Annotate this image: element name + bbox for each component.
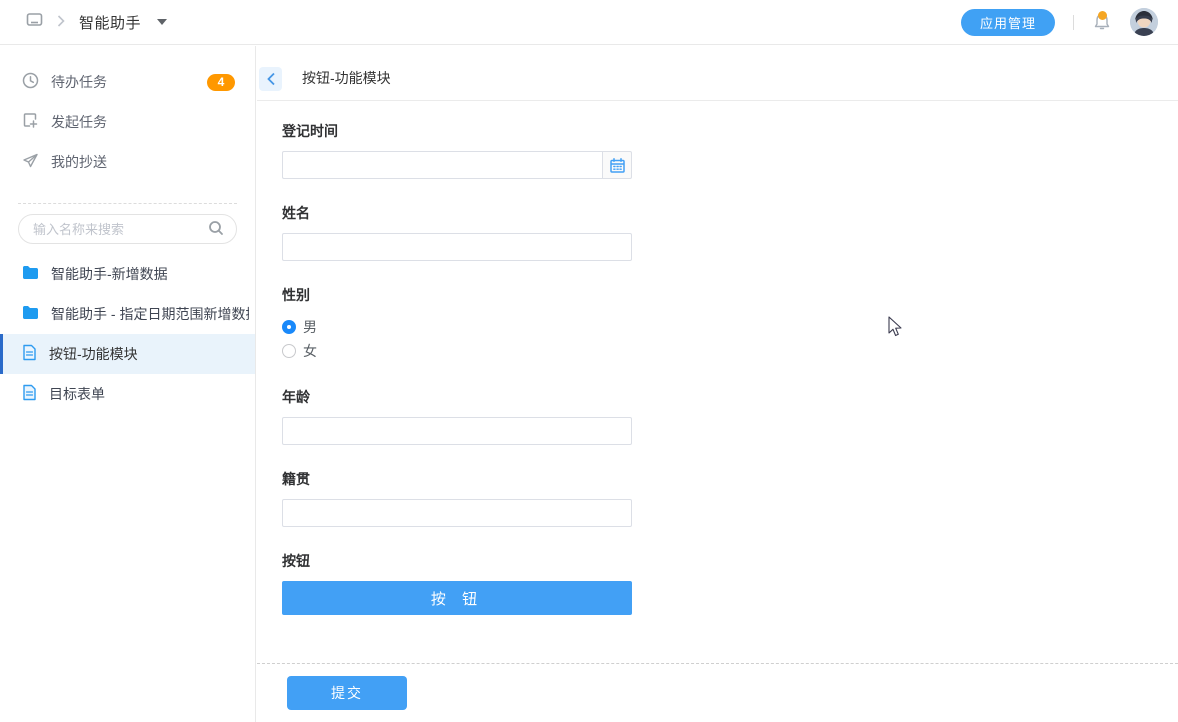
field-label: 籍贯 [282,469,1178,489]
radio-unchecked-icon[interactable] [282,344,296,358]
field-button: 按钮 按 钮 [282,551,1178,615]
header-actions: 应用管理 [961,8,1158,36]
radio-option-female[interactable]: 女 [282,339,1178,363]
chevron-left-icon [266,72,276,86]
sidebar-divider [18,203,237,204]
name-input[interactable] [282,233,632,261]
sidebar: 待办任务 4 发起任务 我的抄送 [0,46,256,722]
form-footer: 提交 [257,663,1178,722]
folder-icon [22,265,39,283]
clock-icon [22,72,39,92]
field-gender: 性别 男 女 [282,285,1178,363]
tree-item-target-form[interactable]: 目标表单 [0,374,255,414]
document-icon [22,384,37,404]
field-hometown: 籍贯 [282,469,1178,527]
search-input[interactable] [33,222,208,237]
field-label: 登记时间 [282,121,1178,141]
radio-option-male[interactable]: 男 [282,315,1178,339]
monitor-icon[interactable] [26,12,43,32]
document-icon [22,344,37,364]
tree-item-label: 智能助手-新增数据 [51,264,168,284]
radio-checked-icon[interactable] [282,320,296,334]
registration-time-input[interactable] [282,151,602,179]
app-manage-button[interactable]: 应用管理 [961,9,1055,36]
sidebar-search [18,214,237,244]
main-panel: 按钮-功能模块 登记时间 姓名 性别 [257,46,1178,722]
breadcrumb: 智能助手 [26,12,167,33]
notification-dot [1098,11,1107,20]
sidebar-nav: 待办任务 4 发起任务 我的抄送 [0,46,255,182]
sidebar-item-todo-tasks[interactable]: 待办任务 4 [0,62,255,102]
form-action-button[interactable]: 按 钮 [282,581,632,615]
chevron-down-icon[interactable] [157,19,167,25]
task-add-icon [22,112,39,132]
tree-item-label: 智能助手 - 指定日期范围新增数据 [51,304,249,324]
app-title[interactable]: 智能助手 [79,12,141,33]
field-registration-time: 登记时间 [282,121,1178,179]
calendar-icon[interactable] [602,151,632,179]
age-input[interactable] [282,417,632,445]
field-age: 年龄 [282,387,1178,445]
sidebar-item-my-cc[interactable]: 我的抄送 [0,142,255,182]
tree-item-button-module[interactable]: 按钮-功能模块 [0,334,255,374]
radio-label: 女 [303,341,317,361]
field-label: 性别 [282,285,1178,305]
field-label: 按钮 [282,551,1178,571]
breadcrumb-separator [57,14,65,30]
submit-button[interactable]: 提交 [287,676,407,710]
app-header: 智能助手 应用管理 [0,0,1178,45]
date-picker [282,151,632,179]
sidebar-item-label: 我的抄送 [51,152,235,172]
tree-item-new-data[interactable]: 智能助手-新增数据 [0,254,255,294]
hometown-input[interactable] [282,499,632,527]
field-label: 年龄 [282,387,1178,407]
field-name: 姓名 [282,203,1178,261]
back-button[interactable] [259,67,282,91]
avatar[interactable] [1130,8,1158,36]
sidebar-item-label: 待办任务 [51,72,195,92]
field-label: 姓名 [282,203,1178,223]
send-icon [22,152,39,172]
sidebar-tree: 智能助手-新增数据 智能助手 - 指定日期范围新增数据 按钮-功能模块 [0,254,255,414]
tree-item-label: 目标表单 [49,384,105,404]
main-titlebar: 按钮-功能模块 [257,46,1178,101]
tree-item-label: 按钮-功能模块 [49,344,138,364]
tree-item-date-range-data[interactable]: 智能助手 - 指定日期范围新增数据 [0,294,255,334]
sidebar-item-start-task[interactable]: 发起任务 [0,102,255,142]
sidebar-item-label: 发起任务 [51,112,235,132]
header-divider [1073,15,1074,30]
form: 登记时间 姓名 性别 男 [257,101,1178,615]
page-title: 按钮-功能模块 [302,68,391,91]
folder-icon [22,305,39,323]
todo-count-badge: 4 [207,74,235,91]
radio-label: 男 [303,317,317,337]
bell-icon[interactable] [1092,12,1112,32]
search-icon[interactable] [208,220,224,239]
